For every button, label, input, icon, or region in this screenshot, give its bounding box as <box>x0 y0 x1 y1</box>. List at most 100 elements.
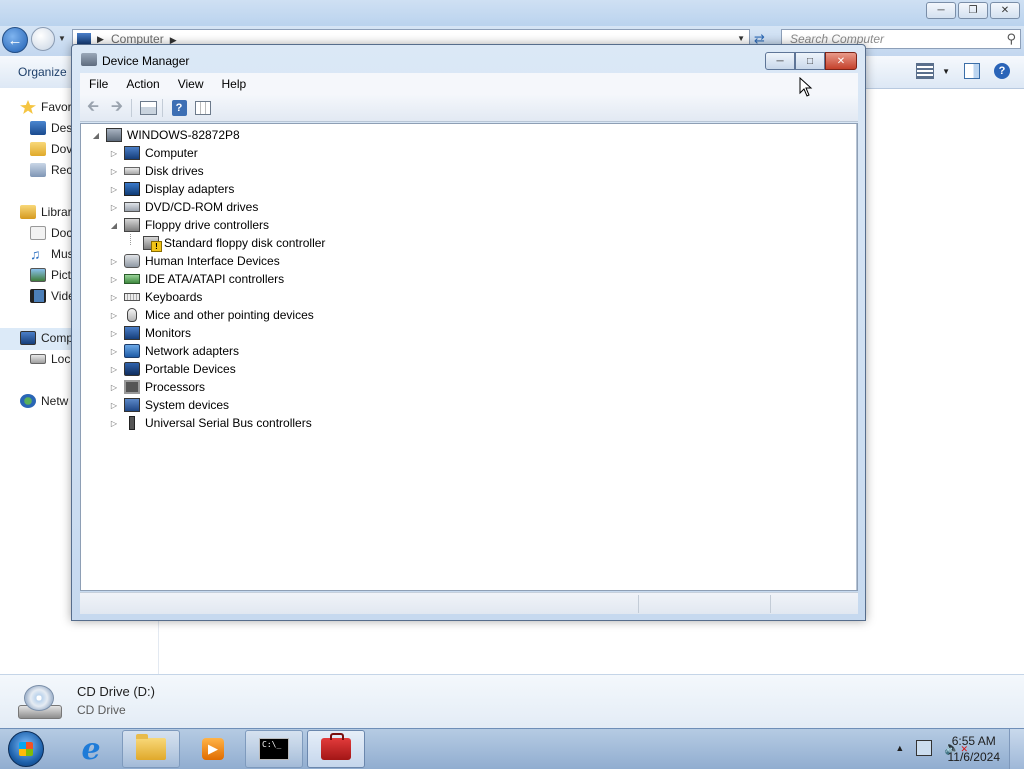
show-hide-console-tree-button[interactable] <box>192 98 214 118</box>
back-button[interactable]: ← <box>2 27 28 53</box>
tree-item-label: Monitors <box>145 326 192 340</box>
taskbar-windows-explorer[interactable] <box>122 730 180 768</box>
tree-item-portable-devices[interactable]: ▷ Portable Devices <box>109 360 236 378</box>
nav-local-disk[interactable]: Loc <box>30 352 70 366</box>
documents-icon <box>30 226 46 240</box>
nav-desktop[interactable]: Des <box>30 121 72 135</box>
tree-item-processors[interactable]: ▷ Processors <box>109 378 205 396</box>
nav-label: Librar <box>41 205 72 219</box>
recent-pages-dropdown[interactable]: ▼ <box>58 34 66 43</box>
properties-icon <box>139 101 157 115</box>
show-desktop-button[interactable] <box>1009 729 1024 769</box>
tree-item-dvd-drives[interactable]: ▷ DVD/CD-ROM drives <box>109 198 258 216</box>
tree-root[interactable]: ◢ WINDOWS-82872P8 <box>91 126 240 144</box>
nav-downloads[interactable]: Dov <box>30 142 72 156</box>
organize-button[interactable]: Organize <box>18 65 67 79</box>
tree-item-hid[interactable]: ▷ Human Interface Devices <box>109 252 280 270</box>
expand-arrow-icon[interactable]: ▷ <box>109 311 119 320</box>
tree-item-computer[interactable]: ▷ Computer <box>109 144 198 162</box>
collapse-arrow-icon[interactable]: ◢ <box>109 221 119 230</box>
expand-arrow-icon[interactable]: ▷ <box>109 257 119 266</box>
nav-network[interactable]: Netw <box>20 394 68 408</box>
nav-recent[interactable]: Rec <box>30 163 72 177</box>
tree-item-display-adapters[interactable]: ▷ Display adapters <box>109 180 234 198</box>
expand-arrow-icon[interactable]: ▷ <box>109 203 119 212</box>
menu-file[interactable]: File <box>80 77 117 91</box>
tree-item-disk-drives[interactable]: ▷ Disk drives <box>109 162 204 180</box>
tree-item-standard-floppy-controller[interactable]: Standard floppy disk controller <box>143 234 325 252</box>
tree-item-label: Portable Devices <box>145 362 236 376</box>
details-title: CD Drive (D:) <box>77 684 155 699</box>
taskbar-device-manager[interactable] <box>307 730 365 768</box>
clock[interactable]: 6:55 AM 11/6/2024 <box>948 733 1001 765</box>
help-icon: ? <box>171 100 187 116</box>
media-player-icon: ▶ <box>202 738 224 760</box>
tree-item-network-adapters[interactable]: ▷ Network adapters <box>109 342 239 360</box>
tree-item-monitors[interactable]: ▷ Monitors <box>109 324 191 342</box>
expand-arrow-icon[interactable]: ▷ <box>109 419 119 428</box>
nav-music[interactable]: ♫ Mus <box>30 247 74 261</box>
portable-device-icon <box>124 362 140 376</box>
explorer-close-button[interactable]: ✕ <box>990 2 1020 19</box>
help-icon[interactable]: ? <box>994 63 1010 79</box>
help-button[interactable]: ? <box>168 98 190 118</box>
restore-icon: ❐ <box>968 5 978 16</box>
back-button[interactable]: 🡰 <box>82 98 104 118</box>
explorer-minimize-button[interactable]: ─ <box>926 2 956 19</box>
device-manager-window: Device Manager ─ □ ✕ File Action View He… <box>71 44 866 621</box>
show-hidden-icons-icon[interactable]: ▲ <box>895 743 904 753</box>
tree-item-mice[interactable]: ▷ Mice and other pointing devices <box>109 306 314 324</box>
computer-icon <box>20 331 36 345</box>
collapse-arrow-icon[interactable]: ◢ <box>91 131 101 140</box>
change-view-button[interactable]: ▼ <box>916 63 950 79</box>
device-tree[interactable]: ◢ WINDOWS-82872P8 ▷ Computer ▷ Disk driv… <box>80 123 858 591</box>
taskbar-command-prompt[interactable]: C:\_ <box>245 730 303 768</box>
nav-libraries[interactable]: Librar <box>20 205 72 219</box>
tree-item-system-devices[interactable]: ▷ System devices <box>109 396 229 414</box>
properties-button[interactable] <box>137 98 159 118</box>
device-manager-titlebar[interactable]: Device Manager ─ □ ✕ <box>72 45 865 73</box>
expand-arrow-icon[interactable]: ▷ <box>109 149 119 158</box>
search-icon[interactable]: ⚲ <box>1006 30 1016 48</box>
expand-arrow-icon[interactable]: ▷ <box>109 383 119 392</box>
nav-computer[interactable]: Comp <box>20 331 73 345</box>
minimize-button[interactable]: ─ <box>765 52 795 70</box>
maximize-button[interactable]: □ <box>795 52 825 70</box>
tree-item-usb-controllers[interactable]: ▷ Universal Serial Bus controllers <box>109 414 312 432</box>
explorer-restore-button[interactable]: ❐ <box>958 2 988 19</box>
tree-item-keyboards[interactable]: ▷ Keyboards <box>109 288 202 306</box>
menu-action[interactable]: Action <box>117 77 168 91</box>
expand-arrow-icon[interactable]: ▷ <box>109 185 119 194</box>
mouse-cursor-icon <box>799 77 813 97</box>
taskbar-media-player[interactable]: ▶ <box>184 730 242 768</box>
network-tray-icon[interactable] <box>916 740 933 756</box>
expand-arrow-icon[interactable]: ▷ <box>109 401 119 410</box>
nav-pictures[interactable]: Pict <box>30 268 71 282</box>
back-arrow-icon: 🡰 <box>86 97 100 115</box>
menu-help[interactable]: Help <box>213 77 256 91</box>
expand-arrow-icon[interactable]: ▷ <box>109 347 119 356</box>
start-button[interactable] <box>8 731 44 767</box>
expand-arrow-icon[interactable]: ▷ <box>109 293 119 302</box>
videos-icon <box>30 289 46 303</box>
tree-root-label: WINDOWS-82872P8 <box>127 128 240 142</box>
console-tree-icon <box>195 101 211 115</box>
menu-view[interactable]: View <box>169 77 213 91</box>
expand-arrow-icon[interactable]: ▷ <box>109 329 119 338</box>
tree-item-floppy-controllers[interactable]: ◢ Floppy drive controllers <box>109 216 269 234</box>
ide-controller-icon <box>124 274 140 284</box>
nav-label: Pict <box>51 268 72 282</box>
tree-item-ide-controllers[interactable]: ▷ IDE ATA/ATAPI controllers <box>109 270 284 288</box>
taskbar-internet-explorer[interactable]: e <box>62 730 120 768</box>
forward-button[interactable]: 🡲 <box>106 98 128 118</box>
expand-arrow-icon[interactable]: ▷ <box>109 275 119 284</box>
forward-button[interactable] <box>31 27 55 51</box>
preview-pane-icon[interactable] <box>964 63 980 79</box>
expand-arrow-icon[interactable]: ▷ <box>109 365 119 374</box>
expand-arrow-icon[interactable]: ▷ <box>109 167 119 176</box>
nav-favorites[interactable]: Favor <box>20 100 72 114</box>
nav-documents[interactable]: Doc <box>30 226 72 240</box>
nav-videos[interactable]: Vide <box>30 289 75 303</box>
close-button[interactable]: ✕ <box>825 52 857 70</box>
close-icon: ✕ <box>836 55 846 67</box>
